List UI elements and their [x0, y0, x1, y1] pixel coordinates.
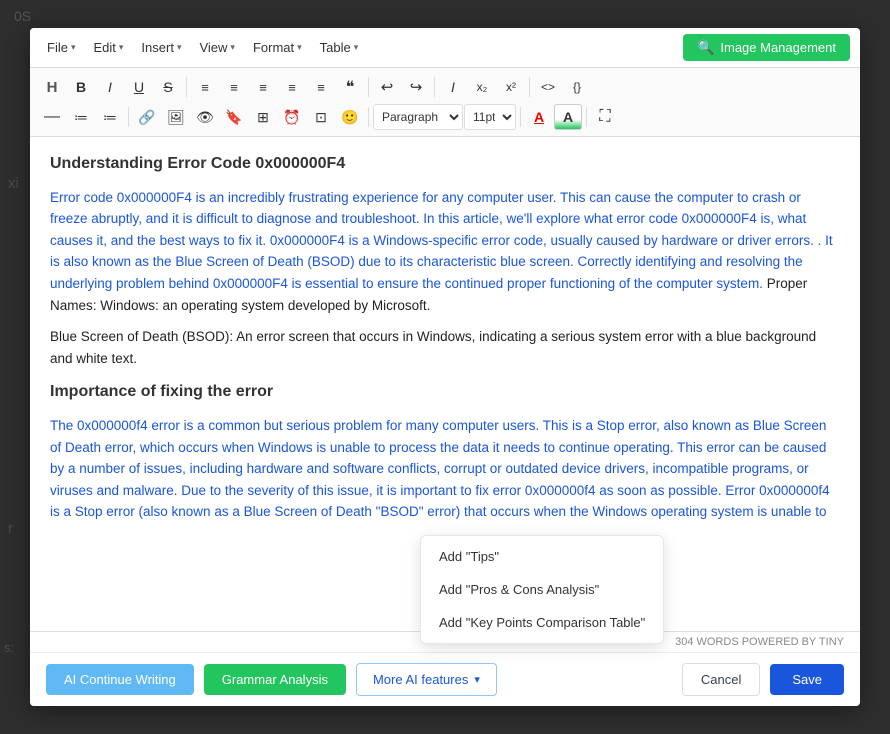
cancel-button[interactable]: Cancel: [682, 663, 760, 696]
menu-view[interactable]: View ▾: [192, 37, 241, 58]
tb-font-color-btn[interactable]: A: [525, 104, 553, 130]
tb-list-ordered-btn[interactable]: ≔: [96, 104, 124, 130]
toolbar-sep-5: [128, 107, 129, 127]
tb-superscript-btn[interactable]: x²: [497, 74, 525, 100]
tb-align-indent-btn[interactable]: ≡: [278, 74, 306, 100]
tb-bookmark-btn[interactable]: 🔖: [220, 104, 248, 130]
paragraph-select[interactable]: Paragraph: [373, 104, 463, 130]
save-button[interactable]: Save: [770, 664, 844, 695]
insert-chevron: ▾: [177, 42, 182, 53]
tb-hr-btn[interactable]: —: [38, 104, 66, 130]
toolbar-sep-6: [368, 107, 369, 127]
more-ai-chevron-icon: ▾: [474, 673, 480, 686]
dropdown-item-key-points[interactable]: Add "Key Points Comparison Table": [421, 606, 663, 639]
tb-emoji-btn[interactable]: 🙂: [336, 104, 364, 130]
menu-format[interactable]: Format ▾: [246, 37, 309, 58]
font-size-select[interactable]: 11pt: [464, 104, 516, 130]
menu-edit[interactable]: Edit ▾: [86, 37, 130, 58]
tb-align-outdent-btn[interactable]: ≡: [307, 74, 335, 100]
tb-heading-btn[interactable]: H: [38, 74, 66, 100]
editor-para-2: Blue Screen of Death (BSOD): An error sc…: [50, 326, 840, 369]
toolbar-row-2: — ≔ ≔ 🔗 🖼 👁 🔖 ⊞ ⏰ ⊡ 🙂 Paragraph 11pt A A…: [38, 102, 852, 132]
tb-bold-btn[interactable]: B: [67, 74, 95, 100]
tb-bg-color-btn[interactable]: A: [554, 104, 582, 130]
more-ai-dropdown: Add "Tips" Add "Pros & Cons Analysis" Ad…: [420, 535, 664, 644]
image-management-icon: 🔍: [697, 39, 714, 56]
tb-fullscreen-btn[interactable]: ⛶: [591, 104, 619, 130]
tb-italic-btn[interactable]: I: [96, 74, 124, 100]
table-chevron: ▾: [354, 42, 359, 53]
file-chevron: ▾: [71, 42, 76, 53]
editor-heading: Understanding Error Code 0x000000F4: [50, 151, 840, 177]
word-count-text: 304 WORDS POWERED BY TINY: [675, 636, 844, 648]
tb-subscript-btn[interactable]: x₂: [468, 74, 496, 100]
tb-preview-btn[interactable]: 👁: [191, 104, 219, 130]
more-ai-button[interactable]: More AI features ▾: [356, 663, 497, 696]
editor-para-3: The 0x000000f4 error is a common but ser…: [50, 415, 840, 523]
dropdown-item-tips[interactable]: Add "Tips": [421, 540, 663, 573]
toolbar-sep-2: [368, 77, 369, 97]
tb-undo-btn[interactable]: ↩: [373, 74, 401, 100]
editor-modal: File ▾ Edit ▾ Insert ▾ View ▾ Format ▾ T…: [30, 28, 860, 706]
view-chevron: ▾: [230, 42, 235, 53]
toolbar-sep-3: [434, 77, 435, 97]
ai-continue-button[interactable]: AI Continue Writing: [46, 664, 194, 695]
menu-table[interactable]: Table ▾: [313, 37, 366, 58]
tb-underline-btn[interactable]: U: [125, 74, 153, 100]
tb-table-btn[interactable]: ⊞: [249, 104, 277, 130]
tb-link-btn[interactable]: 🔗: [133, 104, 161, 130]
toolbar-sep-1: [186, 77, 187, 97]
toolbar-sep-7: [520, 107, 521, 127]
tb-italic2-btn[interactable]: I: [439, 74, 467, 100]
editor-heading-2: Importance of fixing the error: [50, 379, 840, 405]
tb-strikethrough-btn[interactable]: S: [154, 74, 182, 100]
editor-para-1: Error code 0x000000F4 is an incredibly f…: [50, 187, 840, 317]
menu-file[interactable]: File ▾: [40, 37, 82, 58]
tb-code-btn[interactable]: <>: [534, 74, 562, 100]
tb-align-left-btn[interactable]: ≡: [191, 74, 219, 100]
tb-align-center-btn[interactable]: ≡: [220, 74, 248, 100]
edit-chevron: ▾: [119, 42, 124, 53]
tb-align-right-btn[interactable]: ≡: [249, 74, 277, 100]
tb-datetime-btn[interactable]: ⏰: [278, 104, 306, 130]
menu-bar: File ▾ Edit ▾ Insert ▾ View ▾ Format ▾ T…: [30, 28, 860, 68]
toolbar: H B I U S ≡ ≡ ≡ ≡ ≡ ❝ ↩ ↪ I x₂ x² <> {} …: [30, 68, 860, 137]
tb-blockquote-btn[interactable]: ❝: [336, 74, 364, 100]
footer: AI Continue Writing Grammar Analysis Mor…: [30, 652, 860, 706]
format-chevron: ▾: [297, 42, 302, 53]
grammar-analysis-button[interactable]: Grammar Analysis: [204, 664, 346, 695]
menu-insert[interactable]: Insert ▾: [134, 37, 188, 58]
tb-source-btn[interactable]: {}: [563, 74, 591, 100]
toolbar-sep-4: [529, 77, 530, 97]
tb-special-btn[interactable]: ⊡: [307, 104, 335, 130]
dropdown-item-pros-cons[interactable]: Add "Pros & Cons Analysis": [421, 573, 663, 606]
tb-image-btn[interactable]: 🖼: [162, 104, 190, 130]
image-management-button[interactable]: 🔍 Image Management: [683, 34, 850, 61]
tb-list-bullet-btn[interactable]: ≔: [67, 104, 95, 130]
toolbar-row-1: H B I U S ≡ ≡ ≡ ≡ ≡ ❝ ↩ ↪ I x₂ x² <> {}: [38, 72, 852, 102]
tb-redo-btn[interactable]: ↪: [402, 74, 430, 100]
toolbar-sep-8: [586, 107, 587, 127]
